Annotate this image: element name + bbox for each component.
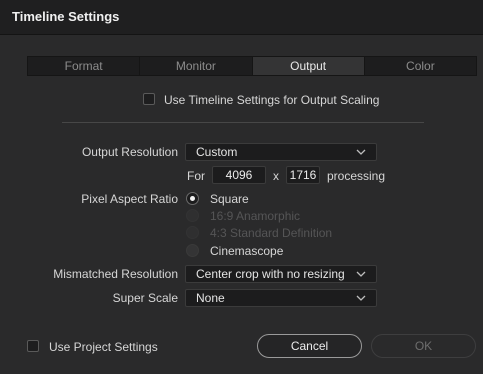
super-scale-value: None xyxy=(196,291,225,305)
radio-4-3-standard-label: 4:3 Standard Definition xyxy=(210,226,333,240)
radio-cinemascope[interactable] xyxy=(186,244,199,257)
super-scale-label: Super Scale xyxy=(112,291,178,305)
use-project-settings-checkbox[interactable] xyxy=(27,340,39,352)
tab-output[interactable]: Output xyxy=(252,57,365,75)
output-scaling-label: Use Timeline Settings for Output Scaling xyxy=(164,93,380,107)
radio-4-3-standard xyxy=(186,226,199,239)
resolution-width-input[interactable] xyxy=(212,166,266,184)
output-resolution-dropdown[interactable]: Custom xyxy=(185,143,377,161)
output-resolution-label: Output Resolution xyxy=(81,145,178,159)
radio-square-label: Square xyxy=(210,192,249,206)
tab-format[interactable]: Format xyxy=(28,57,141,75)
processing-label: processing xyxy=(327,169,386,183)
x-label: x xyxy=(273,169,279,183)
chevron-down-icon xyxy=(356,149,366,155)
ok-button[interactable]: OK xyxy=(371,334,476,358)
radio-cinemascope-label: Cinemascope xyxy=(210,244,284,258)
window-title: Timeline Settings xyxy=(12,9,120,24)
mismatched-resolution-label: Mismatched Resolution xyxy=(53,267,178,281)
chevron-down-icon xyxy=(356,271,366,277)
radio-16-9-anamorphic xyxy=(186,209,199,222)
radio-square[interactable] xyxy=(186,192,199,205)
use-project-settings-label: Use Project Settings xyxy=(49,340,158,354)
super-scale-dropdown[interactable]: None xyxy=(185,289,377,307)
mismatched-resolution-value: Center crop with no resizing xyxy=(196,267,345,281)
tab-monitor[interactable]: Monitor xyxy=(140,57,253,75)
resolution-height-input[interactable] xyxy=(286,166,320,184)
output-scaling-checkbox[interactable] xyxy=(143,93,155,105)
chevron-down-icon xyxy=(356,295,366,301)
for-label: For xyxy=(187,169,205,183)
settings-tabs: Format Monitor Output Color xyxy=(27,56,477,76)
output-resolution-value: Custom xyxy=(196,145,238,159)
mismatched-resolution-dropdown[interactable]: Center crop with no resizing xyxy=(185,265,377,283)
cancel-button[interactable]: Cancel xyxy=(257,334,362,358)
tab-color[interactable]: Color xyxy=(365,57,476,75)
title-bar: Timeline Settings xyxy=(0,0,483,35)
pixel-aspect-ratio-label: Pixel Aspect Ratio xyxy=(81,192,178,206)
section-divider xyxy=(62,122,424,123)
radio-16-9-anamorphic-label: 16:9 Anamorphic xyxy=(210,209,301,223)
